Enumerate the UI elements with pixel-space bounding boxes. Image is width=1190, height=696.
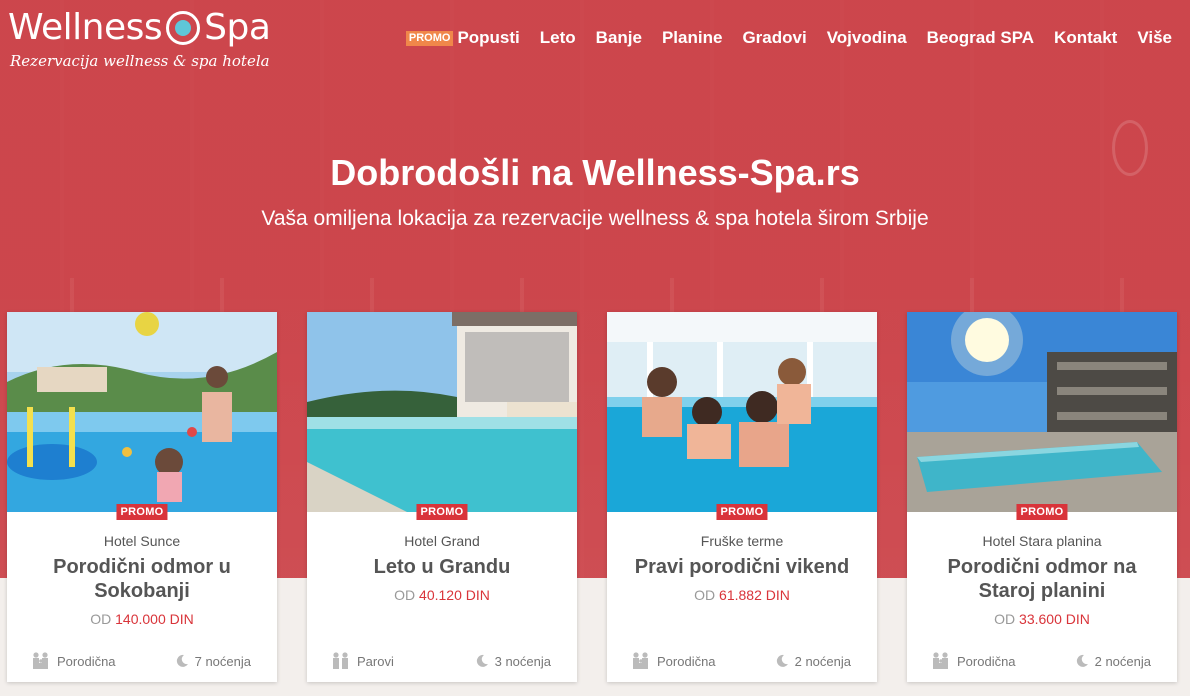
moon-icon xyxy=(176,654,188,667)
price-value: 61.882 DIN xyxy=(719,587,790,603)
offer-meta: Porodična 2 noćenja xyxy=(931,652,1151,670)
logo-text-right: Spa xyxy=(204,7,271,48)
nav-promo-tag: PROMO xyxy=(405,30,454,46)
offer-price: OD 33.600 DIN xyxy=(907,611,1177,627)
family-icon xyxy=(933,652,948,669)
promo-badge: PROMO xyxy=(716,504,768,520)
promo-badge: PROMO xyxy=(1016,504,1068,520)
nav-item-kontakt[interactable]: Kontakt xyxy=(1054,28,1117,48)
price-prefix: OD xyxy=(394,587,416,603)
nav-item-banje[interactable]: Banje xyxy=(596,28,642,48)
offer-card[interactable]: PROMO Hotel Sunce Porodični odmor u Soko… xyxy=(7,312,277,682)
offer-price: OD 40.120 DIN xyxy=(307,587,577,603)
hero-subtitle: Vaša omiljena lokacija za rezervacije we… xyxy=(261,207,929,230)
hotel-name: Hotel Grand xyxy=(404,533,480,549)
offer-card[interactable]: PROMO Fruške terme Pravi porodični viken… xyxy=(607,312,877,682)
offer-meta: Porodična 7 noćenja xyxy=(31,652,251,670)
nav-item-popusti[interactable]: PROMO Popusti xyxy=(405,28,520,48)
offer-meta: Porodična 2 noćenja xyxy=(631,652,851,670)
category-label: Porodična xyxy=(957,653,1016,669)
offer-nights: 7 noćenja xyxy=(175,654,251,669)
offer-card[interactable]: PROMO Hotel Stara planina Porodični odmo… xyxy=(907,312,1177,682)
hotel-name: Hotel Sunce xyxy=(103,533,181,549)
category-label: Parovi xyxy=(357,653,394,669)
nights-label: 7 noćenja xyxy=(194,653,251,669)
offer-title[interactable]: Porodični odmor u Sokobanji xyxy=(7,555,277,603)
offer-nights: 2 noćenja xyxy=(1075,654,1151,669)
nights-label: 3 noćenja xyxy=(494,653,551,669)
offer-image xyxy=(907,312,1177,512)
offer-category: Porodična xyxy=(31,652,116,670)
offer-price: OD 140.000 DIN xyxy=(7,611,277,627)
logo-tagline: Rezervacija wellness & spa hotela xyxy=(10,52,270,70)
nav-item-planine[interactable]: Planine xyxy=(662,28,722,48)
nav-item-gradovi[interactable]: Gradovi xyxy=(742,28,806,48)
offer-category: Parovi xyxy=(331,652,394,670)
promo-badge: PROMO xyxy=(416,504,468,520)
price-prefix: OD xyxy=(90,611,112,627)
moon-icon xyxy=(476,654,488,667)
nav-item-leto[interactable]: Leto xyxy=(540,28,576,48)
price-value: 40.120 DIN xyxy=(419,587,490,603)
moon-icon xyxy=(776,654,788,667)
main-nav: PROMO Popusti Leto Banje Planine Gradovi… xyxy=(405,28,1190,48)
logo-drop-icon xyxy=(166,11,201,45)
nav-item-vise[interactable]: Više xyxy=(1137,28,1172,48)
nights-label: 2 noćenja xyxy=(794,653,851,669)
family-icon xyxy=(633,652,648,669)
hotel-name: Fruške terme xyxy=(700,533,784,549)
promo-badge: PROMO xyxy=(116,504,168,520)
nights-label: 2 noćenja xyxy=(1094,653,1151,669)
category-label: Porodična xyxy=(57,653,116,669)
offer-meta: Parovi 3 noćenja xyxy=(331,652,551,670)
couple-icon xyxy=(333,652,348,669)
offer-nights: 2 noćenja xyxy=(775,654,851,669)
nav-item-label: Popusti xyxy=(457,28,520,47)
site-logo[interactable]: Wellness Spa Rezervacija wellness & spa … xyxy=(8,7,271,71)
offer-title[interactable]: Leto u Grandu xyxy=(307,555,577,579)
offer-nights: 3 noćenja xyxy=(475,654,551,669)
nav-item-beograd-spa[interactable]: Beograd SPA xyxy=(927,28,1034,48)
offer-card[interactable]: PROMO Hotel Grand Leto u Grandu OD 40.12… xyxy=(307,312,577,682)
hero-title: Dobrodošli na Wellness-Spa.rs xyxy=(330,152,860,193)
family-icon xyxy=(33,652,48,669)
offer-price: OD 61.882 DIN xyxy=(607,587,877,603)
offer-image xyxy=(307,312,577,512)
offer-title[interactable]: Pravi porodični vikend xyxy=(607,555,877,579)
nav-item-vojvodina[interactable]: Vojvodina xyxy=(827,28,907,48)
price-prefix: OD xyxy=(994,611,1016,627)
logo-text-left: Wellness xyxy=(8,7,163,48)
price-prefix: OD xyxy=(694,587,716,603)
offer-category: Porodična xyxy=(931,652,1016,670)
offer-title[interactable]: Porodični odmor na Staroj planini xyxy=(907,555,1177,603)
offer-image xyxy=(607,312,877,512)
offer-image xyxy=(7,312,277,512)
price-value: 33.600 DIN xyxy=(1019,611,1090,627)
hotel-name: Hotel Stara planina xyxy=(982,533,1102,549)
moon-icon xyxy=(1076,654,1088,667)
offer-category: Porodična xyxy=(631,652,716,670)
price-value: 140.000 DIN xyxy=(115,611,194,627)
category-label: Porodična xyxy=(657,653,716,669)
